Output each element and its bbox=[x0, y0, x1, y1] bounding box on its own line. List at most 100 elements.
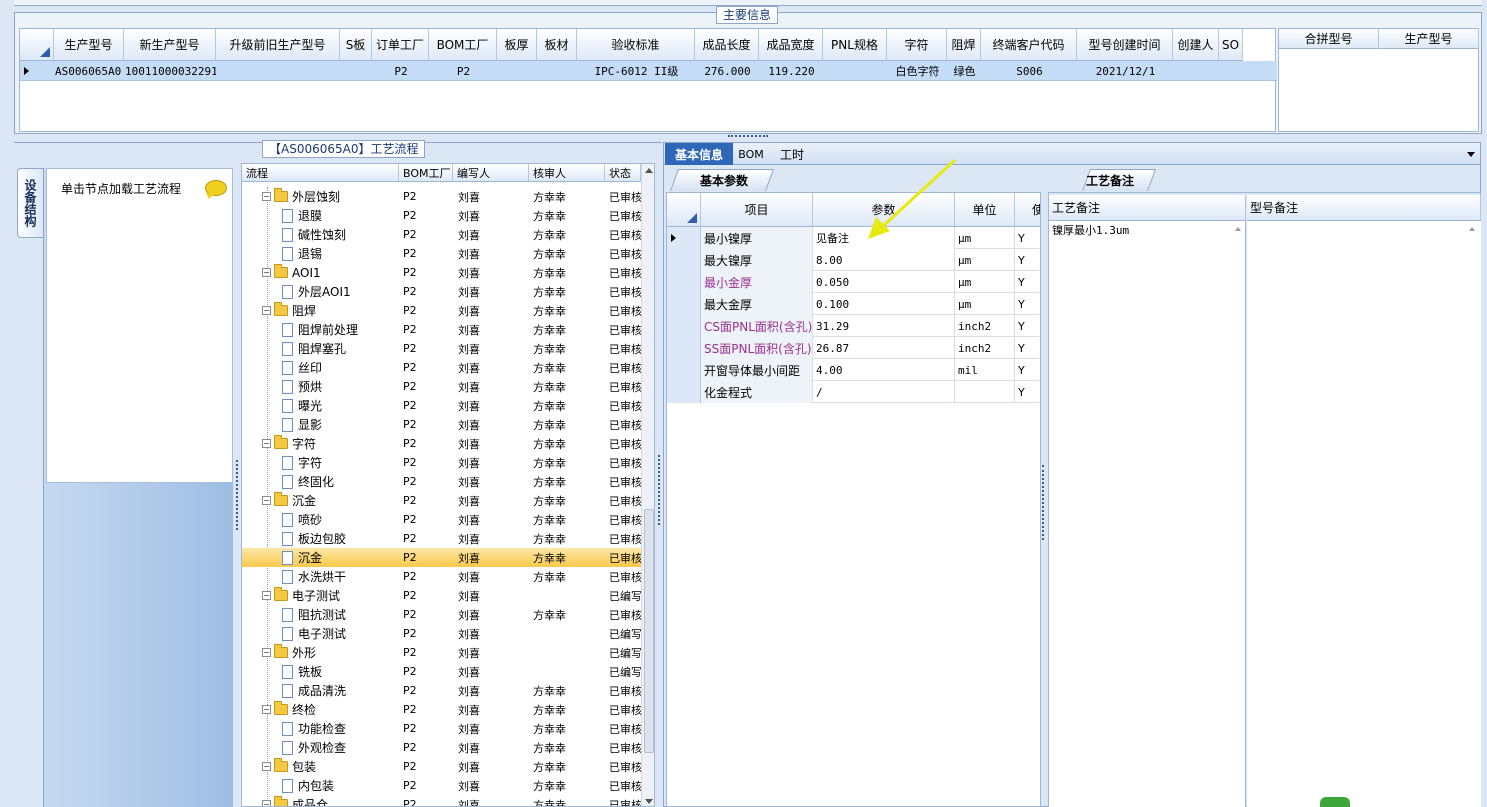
tab-work-hours[interactable]: 工时 bbox=[774, 143, 810, 165]
param-cell-unit[interactable]: inch2 bbox=[955, 337, 1015, 359]
flow-row[interactable]: 铣板 P2 刘喜 已编写 bbox=[242, 662, 641, 681]
process-note-textarea[interactable]: 镍厚最小1.3um bbox=[1049, 221, 1246, 807]
main-col-header-0[interactable]: 生产型号 bbox=[54, 29, 124, 61]
param-cell-use[interactable]: Y bbox=[1015, 227, 1040, 249]
row-header[interactable] bbox=[667, 271, 701, 293]
flow-row[interactable]: − 阻焊 P2 刘喜 方幸幸 已审核 bbox=[242, 301, 641, 320]
param-cell-param[interactable]: 0.050 bbox=[813, 271, 955, 293]
main-col-header-3[interactable]: S板 bbox=[340, 29, 372, 61]
param-cell-use[interactable]: Y bbox=[1015, 315, 1040, 337]
flow-row[interactable]: 预烘 P2 刘喜 方幸幸 已审核 bbox=[242, 377, 641, 396]
flow-row[interactable]: 字符 P2 刘喜 方幸幸 已审核 bbox=[242, 453, 641, 472]
main-col-header-5[interactable]: BOM工厂 bbox=[429, 29, 497, 61]
flow-row[interactable]: − 电子测试 P2 刘喜 已编写 bbox=[242, 586, 641, 605]
collapse-icon[interactable]: − bbox=[262, 762, 271, 771]
flow-row[interactable]: − 终检 P2 刘喜 方幸幸 已审核 bbox=[242, 700, 641, 719]
main-cell-12[interactable]: 白色字符 bbox=[887, 61, 947, 81]
param-cell-item[interactable]: 开窗导体最小间距 bbox=[701, 359, 813, 381]
param-cell-use[interactable]: Y bbox=[1015, 337, 1040, 359]
splitter-handle[interactable] bbox=[728, 135, 768, 139]
main-col-header-7[interactable]: 板材 bbox=[537, 29, 577, 61]
main-info-row[interactable]: AS006065A0 10011000032291 P2 P2 IPC-6012 II级… bbox=[20, 61, 1277, 81]
param-cell-item[interactable]: CS面PNL面积(含孔) bbox=[701, 315, 813, 337]
collapse-icon[interactable]: − bbox=[262, 306, 271, 315]
main-col-header-6[interactable]: 板厚 bbox=[497, 29, 537, 61]
param-row[interactable]: 化金程式 / Y bbox=[667, 381, 1039, 403]
main-cell-2[interactable] bbox=[216, 61, 340, 81]
flow-row[interactable]: 退膜 P2 刘喜 方幸幸 已审核 bbox=[242, 206, 641, 225]
main-cell-17[interactable] bbox=[1219, 61, 1243, 81]
param-row[interactable]: CS面PNL面积(含孔) 31.29 inch2 Y bbox=[667, 315, 1039, 337]
param-row[interactable]: 开窗导体最小间距 4.00 mil Y bbox=[667, 359, 1039, 381]
main-col-header-2[interactable]: 升级前旧生产型号 bbox=[216, 29, 340, 61]
flow-row[interactable]: − 字符 P2 刘喜 方幸幸 已审核 bbox=[242, 434, 641, 453]
collapse-icon[interactable]: − bbox=[262, 268, 271, 277]
main-cell-7[interactable] bbox=[537, 61, 577, 81]
main-col-header-13[interactable]: 阻焊 bbox=[947, 29, 981, 61]
flow-row[interactable]: 阻焊塞孔 P2 刘喜 方幸幸 已审核 bbox=[242, 339, 641, 358]
main-cell-5[interactable]: P2 bbox=[429, 61, 497, 81]
flow-col-header-4[interactable]: 状态 bbox=[605, 164, 641, 182]
main-col-header-12[interactable]: 字符 bbox=[887, 29, 947, 61]
collapse-icon[interactable]: − bbox=[262, 496, 271, 505]
param-cell-unit[interactable] bbox=[955, 381, 1015, 403]
main-cell-8[interactable]: IPC-6012 II级 bbox=[577, 61, 695, 81]
flow-row[interactable]: − AOI1 P2 刘喜 方幸幸 已审核 bbox=[242, 263, 641, 282]
main-cell-6[interactable] bbox=[497, 61, 537, 81]
main-col-header-8[interactable]: 验收标准 bbox=[577, 29, 695, 61]
param-row[interactable]: SS面PNL面积(含孔) 26.87 inch2 Y bbox=[667, 337, 1039, 359]
flow-row[interactable]: 退锡 P2 刘喜 方幸幸 已审核 bbox=[242, 244, 641, 263]
flow-row[interactable]: 喷砂 P2 刘喜 方幸幸 已审核 bbox=[242, 510, 641, 529]
middle-splitter[interactable] bbox=[658, 455, 662, 525]
param-cell-item[interactable]: 最大金厚 bbox=[701, 293, 813, 315]
param-cell-item[interactable]: 最小金厚 bbox=[701, 271, 813, 293]
flow-row[interactable]: 丝印 P2 刘喜 方幸幸 已审核 bbox=[242, 358, 641, 377]
flow-row[interactable]: 外观检查 P2 刘喜 方幸幸 已审核 bbox=[242, 738, 641, 757]
main-cell-4[interactable]: P2 bbox=[372, 61, 429, 81]
param-cell-unit[interactable]: μm bbox=[955, 227, 1015, 249]
param-cell-use[interactable]: Y bbox=[1015, 249, 1040, 271]
dropdown-arrow-icon[interactable] bbox=[1467, 152, 1475, 157]
row-header[interactable] bbox=[667, 315, 701, 337]
main-cell-13[interactable]: 绿色 bbox=[947, 61, 981, 81]
scroll-down-icon[interactable] bbox=[645, 799, 653, 804]
merge-col-header[interactable]: 合拼型号 bbox=[1279, 29, 1379, 49]
param-cell-param[interactable]: 8.00 bbox=[813, 249, 955, 271]
param-cell-param[interactable]: 26.87 bbox=[813, 337, 955, 359]
param-row[interactable]: 最大金厚 0.100 μm Y bbox=[667, 293, 1039, 315]
collapse-icon[interactable]: − bbox=[262, 705, 271, 714]
main-cell-14[interactable]: S006 bbox=[981, 61, 1077, 81]
model-note-textarea[interactable] bbox=[1247, 221, 1481, 807]
flow-row[interactable]: 阻焊前处理 P2 刘喜 方幸幸 已审核 bbox=[242, 320, 641, 339]
param-cell-param[interactable]: 31.29 bbox=[813, 315, 955, 337]
flow-row[interactable]: − 外层蚀刻 P2 刘喜 方幸幸 已审核 bbox=[242, 187, 641, 206]
param-row[interactable]: 最小镍厚 见备注 μm Y bbox=[667, 227, 1039, 249]
flow-row[interactable]: 外层AOI1 P2 刘喜 方幸幸 已审核 bbox=[242, 282, 641, 301]
row-header[interactable] bbox=[667, 359, 701, 381]
main-col-header-11[interactable]: PNL规格 bbox=[823, 29, 887, 61]
sidebar-splitter[interactable] bbox=[236, 460, 240, 530]
vertical-tab-structure[interactable]: 设备结构 bbox=[17, 168, 43, 238]
tab-basic-info[interactable]: 基本信息 bbox=[665, 143, 733, 165]
flow-row[interactable]: 显影 P2 刘喜 方幸幸 已审核 bbox=[242, 415, 641, 434]
param-cell-param[interactable]: 0.100 bbox=[813, 293, 955, 315]
param-cell-unit[interactable]: μm bbox=[955, 271, 1015, 293]
main-col-header-17[interactable]: SO bbox=[1219, 29, 1243, 61]
collapse-icon[interactable]: − bbox=[262, 439, 271, 448]
main-cell-11[interactable] bbox=[823, 61, 887, 81]
main-col-header-10[interactable]: 成品宽度 bbox=[759, 29, 823, 61]
flow-row[interactable]: − 外形 P2 刘喜 已编写 bbox=[242, 643, 641, 662]
main-cell-1[interactable]: 10011000032291 bbox=[124, 61, 216, 81]
param-row[interactable]: 最大镍厚 8.00 μm Y bbox=[667, 249, 1039, 271]
flow-row[interactable]: 水洗烘干 P2 刘喜 方幸幸 已审核 bbox=[242, 567, 641, 586]
main-col-header-16[interactable]: 创建人 bbox=[1173, 29, 1219, 61]
flow-row[interactable]: 板边包胶 P2 刘喜 方幸幸 已审核 bbox=[242, 529, 641, 548]
flow-col-header-3[interactable]: 核审人 bbox=[529, 164, 605, 182]
flow-row[interactable]: 碱性蚀刻 P2 刘喜 方幸幸 已审核 bbox=[242, 225, 641, 244]
main-col-header-9[interactable]: 成品长度 bbox=[695, 29, 759, 61]
collapse-icon[interactable]: − bbox=[262, 591, 271, 600]
right-splitter[interactable] bbox=[1042, 465, 1046, 540]
main-cell-10[interactable]: 119.220 bbox=[759, 61, 823, 81]
scroll-up-icon[interactable] bbox=[645, 168, 653, 173]
param-cell-unit[interactable]: μm bbox=[955, 293, 1015, 315]
